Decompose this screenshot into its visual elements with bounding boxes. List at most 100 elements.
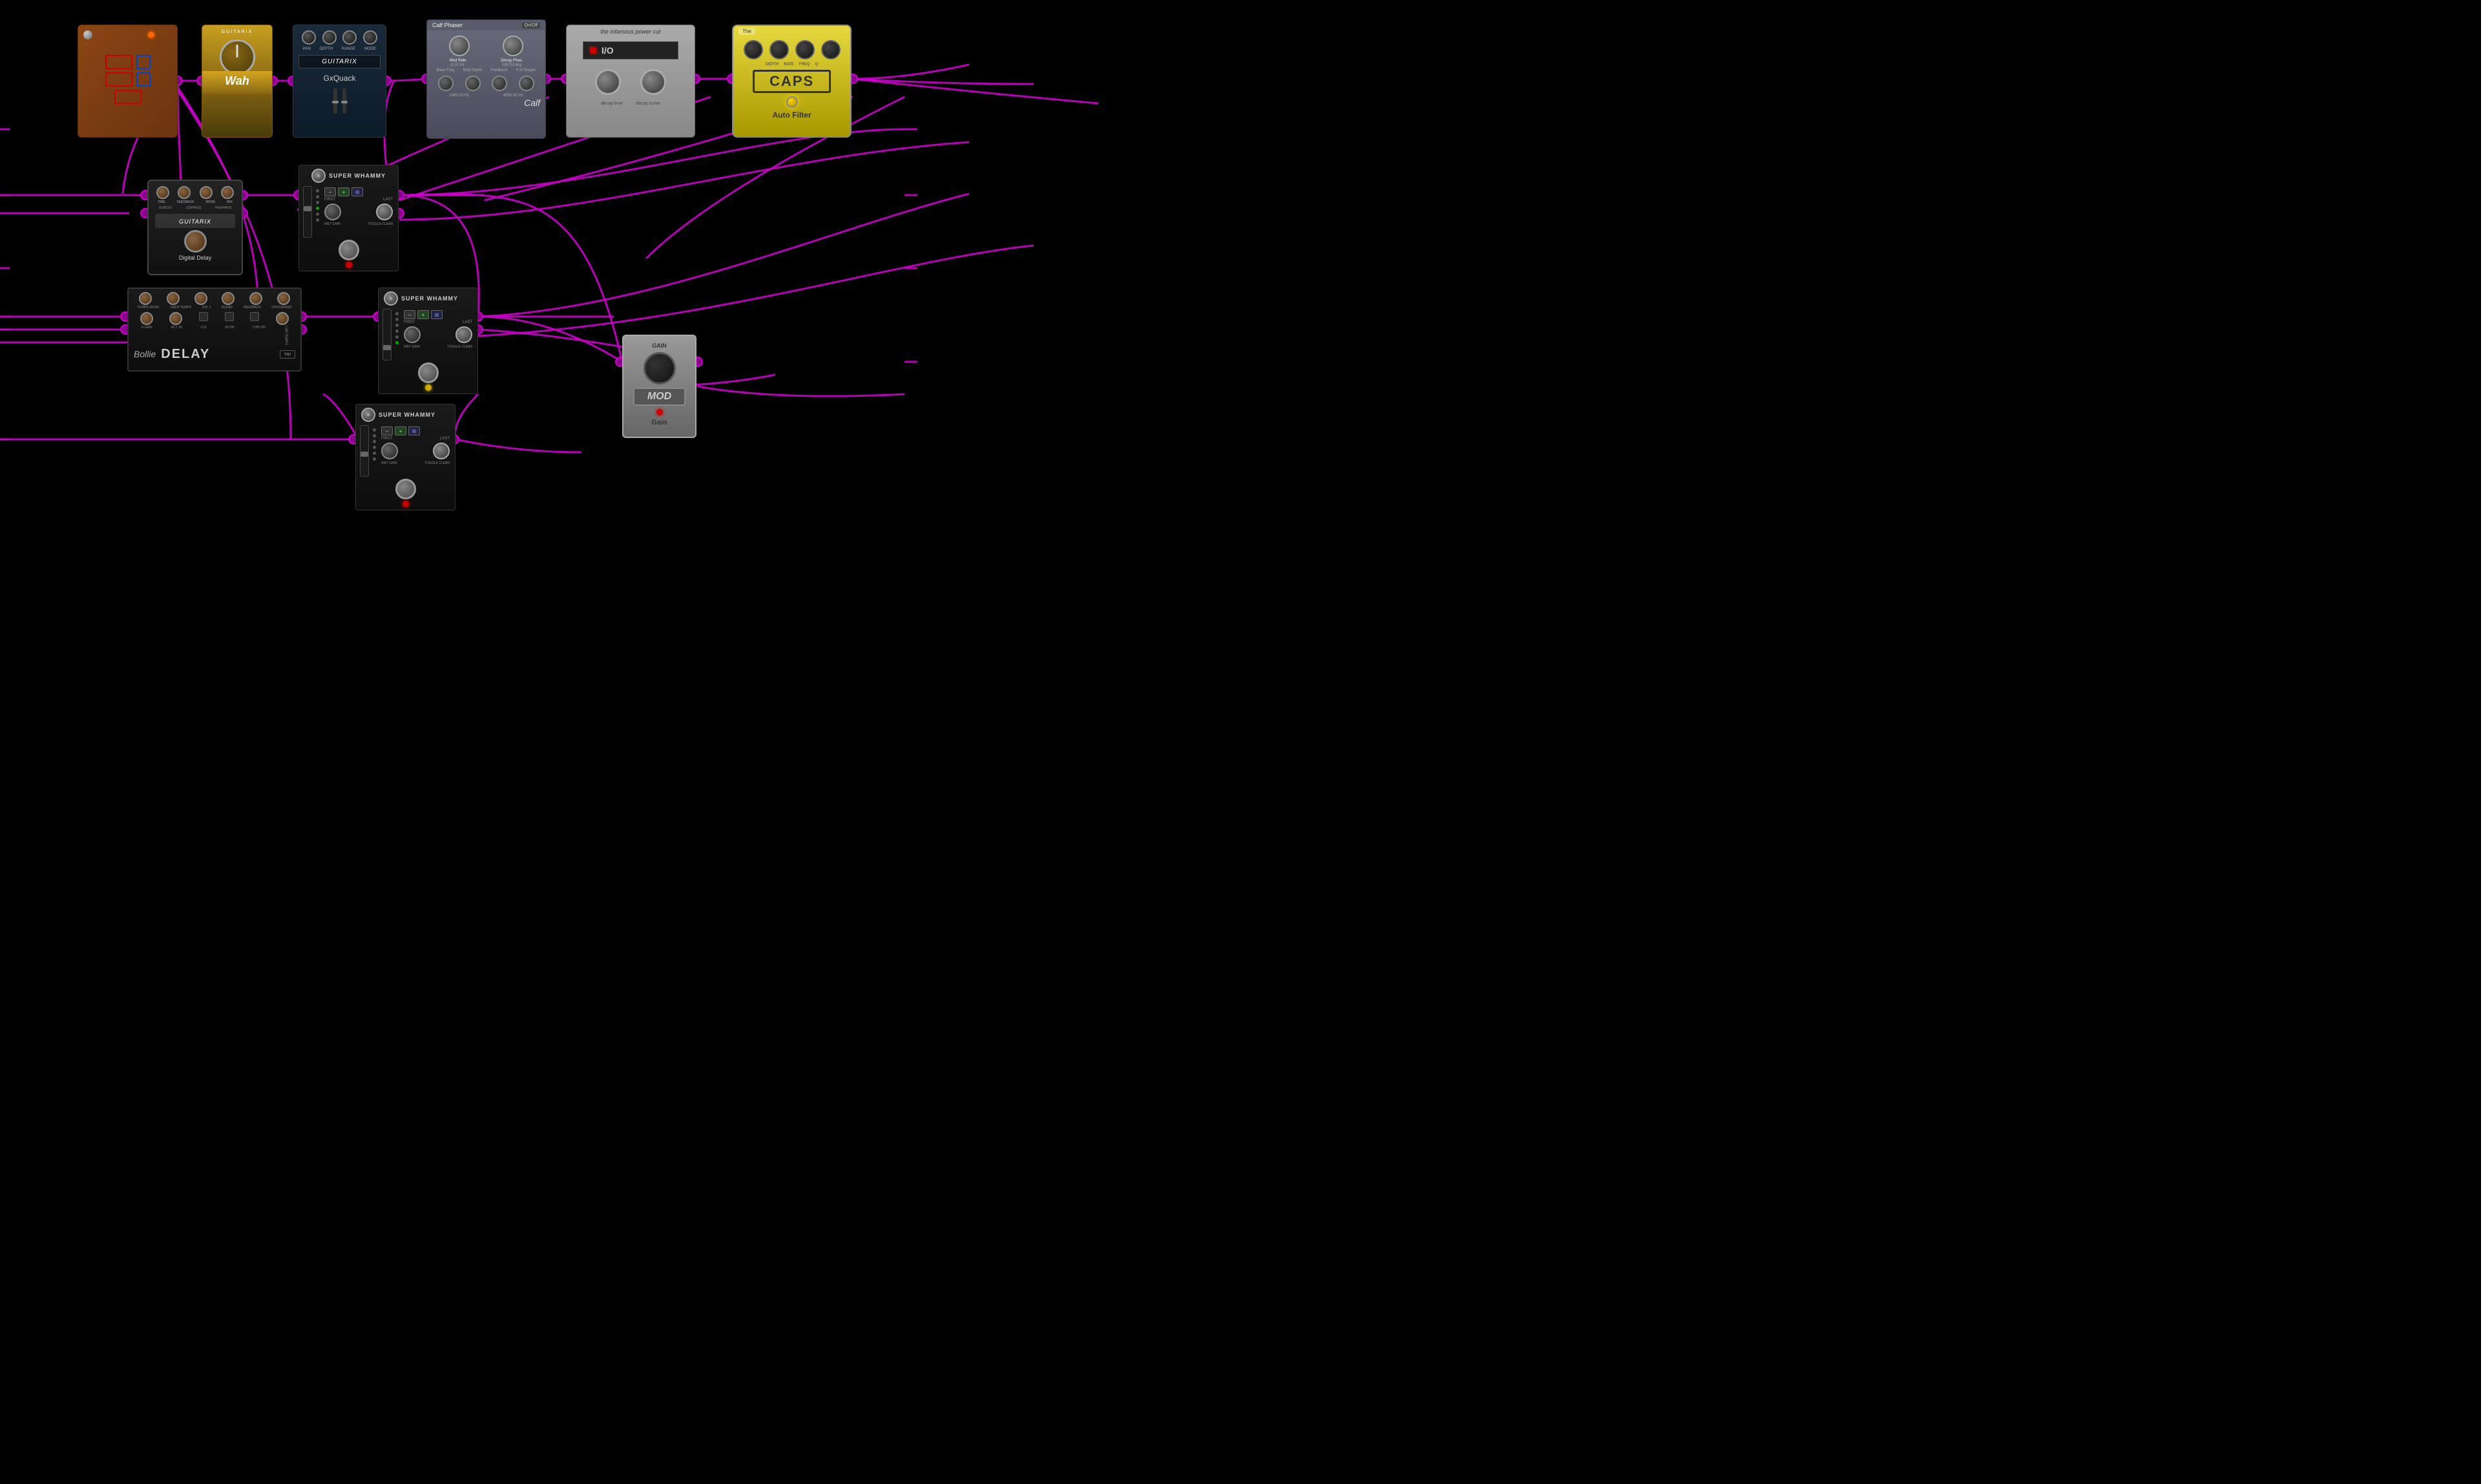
whammy2-title: SUPER WHAMMY <box>401 295 458 302</box>
whammy2-btn-detail[interactable]: ⊞ <box>431 310 443 319</box>
dd-knob-3[interactable] <box>200 186 213 199</box>
power-cut-plugin: the infamous power cut I/O decay time de… <box>566 25 695 138</box>
gain-red-led <box>656 409 663 415</box>
gxquack-label-mode: MODE <box>364 47 376 51</box>
whammy2-logo: ⊕ <box>384 291 398 306</box>
whammy3-stomp[interactable] <box>395 479 416 499</box>
super-whammy-2-plugin: ⊕ SUPER WHAMMY − + ⊞ FIRST LAST <box>378 287 478 394</box>
whammy3-fader-track[interactable] <box>360 425 369 477</box>
whammy1-dot-4 <box>316 207 319 210</box>
phaser-label-6: # of Stages <box>516 68 536 72</box>
whammy1-label-first: FIRST <box>324 198 335 202</box>
dd-sub-3: HIGHPASS <box>215 206 231 210</box>
caps-label-2: RATE <box>784 63 794 67</box>
phaser-onoff[interactable]: On/Off <box>522 23 541 28</box>
whammy3-btn-plus[interactable]: + <box>395 426 406 435</box>
bd-knob-6[interactable] <box>277 292 290 305</box>
whammy1-btn-detail[interactable]: ⊞ <box>351 187 363 196</box>
gxquack-plugin: PAN DEPTH RANGE MODE GUITARIX GxQuack <box>293 25 386 138</box>
phaser-knob-2[interactable] <box>503 36 523 56</box>
whammy1-btn-minus[interactable]: − <box>324 187 336 196</box>
whammy1-wet-knob[interactable] <box>324 204 341 220</box>
gain-top-label: GAIN <box>623 336 695 349</box>
caps-knob-1[interactable] <box>744 40 763 59</box>
dd-knob-4[interactable] <box>221 186 234 199</box>
whammy1-btn-plus[interactable]: + <box>338 187 350 196</box>
whammy2-btn-minus[interactable]: − <box>404 310 415 319</box>
box-item-5 <box>114 90 141 104</box>
phaser-knob-6[interactable] <box>519 76 534 91</box>
phaser-knob-5[interactable] <box>492 76 507 91</box>
gxquack-knob-3[interactable] <box>342 30 357 45</box>
bd-label-7: U GAIN <box>141 326 152 345</box>
pc-knob-2[interactable] <box>640 69 666 95</box>
bd-label-6: CROSSFEED <box>271 306 291 309</box>
bd-sw-2[interactable] <box>225 312 234 321</box>
gain-main-knob[interactable] <box>644 352 676 384</box>
gxquack-knob-4[interactable] <box>363 30 377 45</box>
pc-knob-1[interactable] <box>595 69 621 95</box>
caps-knob-2[interactable] <box>769 40 789 59</box>
whammy1-fader-track[interactable] <box>303 186 312 238</box>
gxquack-name-label: GxQuack <box>298 74 381 83</box>
pc-label-2: decay curve <box>636 101 660 106</box>
whammy1-toggle-knob[interactable] <box>376 204 393 220</box>
phaser-knob-3[interactable] <box>438 76 454 91</box>
phaser-knob-1[interactable] <box>449 36 470 56</box>
box-item-4 <box>136 72 151 87</box>
phaser-label-1: Mod Rate <box>450 59 466 63</box>
whammy1-dot-1 <box>316 189 319 193</box>
caps-brand-box: CAPS <box>753 70 831 93</box>
whammy1-wet-label: WET GAIN <box>324 222 340 226</box>
caps-label-1: DEPTH <box>766 63 779 67</box>
bd-knob-5[interactable] <box>249 292 262 305</box>
gxquack-label-depth: DEPTH <box>320 47 333 51</box>
whammy3-btn-detail[interactable]: ⊞ <box>408 426 420 435</box>
bd-knob-3[interactable] <box>194 292 207 305</box>
whammy2-toggle-knob[interactable] <box>455 326 472 343</box>
gxquack-slider-1[interactable] <box>333 88 337 114</box>
bd-knob-8[interactable] <box>169 312 182 325</box>
whammy2-yellow-led <box>425 384 432 391</box>
gxquack-slider-2[interactable] <box>342 88 346 114</box>
whammy2-wet-knob[interactable] <box>404 326 421 343</box>
bd-knob-1[interactable] <box>139 292 152 305</box>
dd-brand-box: GUITARIX <box>155 214 235 228</box>
whammy1-stomp[interactable] <box>339 240 359 260</box>
gxquack-label-pan: PAN <box>303 47 311 51</box>
bd-knob-4[interactable] <box>222 292 235 305</box>
gxquack-knob-2[interactable] <box>322 30 337 45</box>
whammy3-wet-knob[interactable] <box>381 443 398 459</box>
dd-knob-1[interactable] <box>156 186 169 199</box>
guitarix-wah-plugin: GUITARIX GUITARIX Wah <box>202 25 273 138</box>
screw-top-left <box>83 30 92 39</box>
gxquack-knob-1[interactable] <box>302 30 316 45</box>
bd-knob-7[interactable] <box>140 312 153 325</box>
box-item-2 <box>136 55 151 69</box>
gxquack-brand-box: GUITARIX <box>298 55 381 68</box>
bd-tap-button[interactable]: tap <box>280 350 295 359</box>
caps-knob-4[interactable] <box>821 40 841 59</box>
pc-red-led <box>590 47 596 54</box>
calf-signature: Calf <box>524 98 540 108</box>
whammy2-btn-plus[interactable]: + <box>417 310 429 319</box>
phaser-label-4: Mod Depth <box>463 68 482 72</box>
wah-main-knob[interactable] <box>220 39 255 75</box>
bd-cur-tempo-knob[interactable] <box>276 312 289 325</box>
whammy3-btn-minus[interactable]: − <box>381 426 393 435</box>
caps-tab-label: The <box>738 28 755 35</box>
dd-label-4: MIX <box>227 200 233 204</box>
phaser-knob-4[interactable] <box>465 76 481 91</box>
bd-knob-2[interactable] <box>167 292 180 305</box>
input-block-plugin <box>78 25 178 138</box>
bd-sw-1[interactable] <box>199 312 208 321</box>
dd-main-knob[interactable] <box>184 230 207 253</box>
whammy2-stomp[interactable] <box>418 362 439 383</box>
bd-sw-3[interactable] <box>250 312 259 321</box>
gain-name-label: Gain <box>623 419 695 426</box>
bd-label-11: CHR ON <box>253 326 266 345</box>
caps-knob-3[interactable] <box>795 40 815 59</box>
whammy2-fader-track[interactable] <box>382 309 392 361</box>
dd-knob-2[interactable] <box>178 186 191 199</box>
whammy3-toggle-knob[interactable] <box>433 443 450 459</box>
